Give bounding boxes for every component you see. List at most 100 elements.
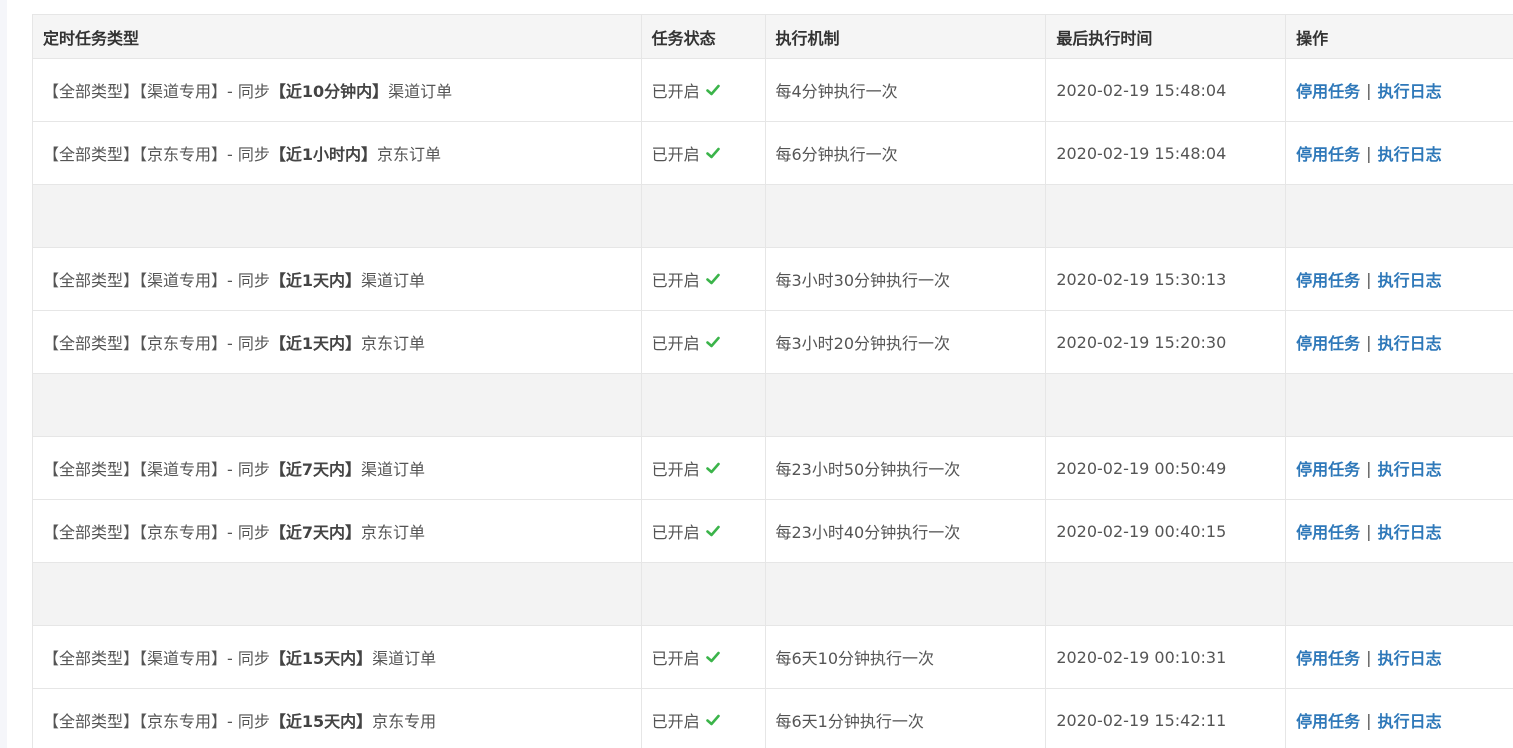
spacer-cell	[642, 185, 766, 247]
action-separator: |	[1366, 521, 1372, 541]
last-time-cell: 2020-02-19 00:50:49	[1046, 437, 1287, 499]
last-time-cell: 2020-02-19 00:10:31	[1046, 626, 1287, 688]
task-type-prefix: 【全部类型】【渠道专用】- 同步	[43, 649, 270, 668]
status-text: 已开启	[651, 82, 700, 101]
header-action: 操作	[1296, 28, 1329, 48]
action-separator: |	[1366, 332, 1372, 352]
check-icon	[705, 84, 720, 96]
task-type-prefix: 【全部类型】【京东专用】- 同步	[43, 712, 270, 731]
task-type-target: 渠道订单	[361, 460, 426, 479]
task-type-prefix: 【全部类型】【京东专用】- 同步	[43, 145, 270, 164]
execution-log-link[interactable]: 执行日志	[1378, 330, 1442, 354]
task-type-target: 京东订单	[361, 523, 426, 542]
stop-task-link[interactable]: 停用任务	[1296, 519, 1360, 543]
task-type-cell: 【全部类型】【京东专用】- 同步 【近1小时内】 京东订单	[33, 122, 642, 184]
action-separator: |	[1366, 710, 1372, 730]
task-type-range: 【近10分钟内】	[269, 82, 389, 101]
execution-log-link[interactable]: 执行日志	[1378, 141, 1442, 165]
action-cell: 停用任务 | 执行日志	[1286, 122, 1513, 184]
task-type-target: 渠道订单	[372, 649, 437, 668]
status-cell: 已开启	[642, 437, 766, 499]
action-separator: |	[1366, 143, 1372, 163]
group-spacer-row	[33, 374, 1513, 437]
group-spacer-row	[33, 563, 1513, 626]
mechanism-cell: 每23小时50分钟执行一次	[766, 437, 1047, 499]
spacer-cell	[1046, 374, 1287, 436]
header-last-time: 最后执行时间	[1046, 15, 1287, 58]
status-cell: 已开启	[642, 122, 766, 184]
stop-task-link[interactable]: 停用任务	[1296, 141, 1360, 165]
status-cell: 已开启	[642, 248, 766, 310]
action-cell: 停用任务 | 执行日志	[1286, 248, 1513, 310]
action-cell: 停用任务 | 执行日志	[1286, 689, 1513, 748]
scheduled-tasks-table: 定时任务类型 任务状态 执行机制 最后执行时间 操作 【全部类型】【渠道专用】-…	[32, 14, 1513, 748]
task-type-target: 京东订单	[377, 145, 442, 164]
mechanism-cell: 每4分钟执行一次	[766, 59, 1047, 121]
group-spacer-row	[33, 185, 1513, 248]
status-cell: 已开启	[642, 689, 766, 748]
task-type-cell: 【全部类型】【渠道专用】- 同步 【近10分钟内】 渠道订单	[33, 59, 642, 121]
spacer-cell	[1286, 185, 1513, 247]
task-type-range: 【近15天内】	[269, 649, 373, 668]
task-type-cell: 【全部类型】【渠道专用】- 同步 【近1天内】 渠道订单	[33, 248, 642, 310]
action-separator: |	[1366, 458, 1372, 478]
execution-log-link[interactable]: 执行日志	[1378, 456, 1442, 480]
task-type-range: 【近7天内】	[269, 460, 362, 479]
status-cell: 已开启	[642, 500, 766, 562]
table-row: 【全部类型】【渠道专用】- 同步 【近10分钟内】 渠道订单 已开启 每4分钟执行一…	[33, 59, 1513, 122]
mechanism-cell: 每23小时40分钟执行一次	[766, 500, 1047, 562]
execution-log-link[interactable]: 执行日志	[1378, 267, 1442, 291]
task-type-cell: 【全部类型】【京东专用】- 同步 【近7天内】 京东订单	[33, 500, 642, 562]
stop-task-link[interactable]: 停用任务	[1296, 78, 1360, 102]
mechanism-cell: 每3小时30分钟执行一次	[766, 248, 1047, 310]
table-row: 【全部类型】【渠道专用】- 同步 【近1天内】 渠道订单 已开启 每3小时30分钟执…	[33, 248, 1513, 311]
task-type-range: 【近7天内】	[269, 523, 362, 542]
stop-task-link[interactable]: 停用任务	[1296, 267, 1360, 291]
task-type-range: 【近1小时内】	[269, 145, 378, 164]
task-type-target: 渠道订单	[388, 82, 453, 101]
status-cell: 已开启	[642, 626, 766, 688]
execution-log-link[interactable]: 执行日志	[1378, 78, 1442, 102]
spacer-cell	[766, 563, 1047, 625]
task-type-cell: 【全部类型】【渠道专用】- 同步 【近15天内】 渠道订单	[33, 626, 642, 688]
spacer-cell	[1286, 374, 1513, 436]
task-type-prefix: 【全部类型】【渠道专用】- 同步	[43, 460, 270, 479]
status-text: 已开启	[651, 145, 700, 164]
last-time-cell: 2020-02-19 15:48:04	[1046, 122, 1287, 184]
task-type-range: 【近15天内】	[269, 712, 373, 731]
stop-task-link[interactable]: 停用任务	[1296, 330, 1360, 354]
action-separator: |	[1366, 269, 1372, 289]
task-type-prefix: 【全部类型】【京东专用】- 同步	[43, 523, 270, 542]
task-type-cell: 【全部类型】【京东专用】- 同步 【近1天内】 京东订单	[33, 311, 642, 373]
execution-log-link[interactable]: 执行日志	[1378, 708, 1442, 732]
check-icon	[705, 273, 720, 285]
table-row: 【全部类型】【京东专用】- 同步 【近15天内】 京东专用 已开启 每6天1分钟执行…	[33, 689, 1513, 748]
status-cell: 已开启	[642, 311, 766, 373]
page: 定时任务类型 任务状态 执行机制 最后执行时间 操作 【全部类型】【渠道专用】-…	[0, 0, 1513, 748]
header-task-type: 定时任务类型	[33, 15, 642, 58]
spacer-cell	[33, 563, 642, 625]
table-header-row: 定时任务类型 任务状态 执行机制 最后执行时间 操作	[33, 15, 1513, 59]
task-type-target: 京东订单	[361, 334, 426, 353]
status-text: 已开启	[651, 649, 700, 668]
stop-task-link[interactable]: 停用任务	[1296, 645, 1360, 669]
spacer-cell	[642, 374, 766, 436]
execution-log-link[interactable]: 执行日志	[1378, 519, 1442, 543]
task-type-prefix: 【全部类型】【京东专用】- 同步	[43, 334, 270, 353]
spacer-cell	[642, 563, 766, 625]
mechanism-cell: 每6天10分钟执行一次	[766, 626, 1047, 688]
status-text: 已开启	[651, 460, 700, 479]
last-time-cell: 2020-02-19 15:30:13	[1046, 248, 1287, 310]
action-cell: 停用任务 | 执行日志	[1286, 437, 1513, 499]
last-time-cell: 2020-02-19 15:20:30	[1046, 311, 1287, 373]
action-separator: |	[1366, 80, 1372, 100]
task-type-target: 京东专用	[372, 712, 437, 731]
table-row: 【全部类型】【京东专用】- 同步 【近1天内】 京东订单 已开启 每3小时20分钟执…	[33, 311, 1513, 374]
action-cell: 停用任务 | 执行日志	[1286, 626, 1513, 688]
check-icon	[705, 714, 720, 726]
stop-task-link[interactable]: 停用任务	[1296, 456, 1360, 480]
stop-task-link[interactable]: 停用任务	[1296, 708, 1360, 732]
execution-log-link[interactable]: 执行日志	[1378, 645, 1442, 669]
task-type-prefix: 【全部类型】【渠道专用】- 同步	[43, 82, 270, 101]
header-mechanism: 执行机制	[766, 15, 1047, 58]
